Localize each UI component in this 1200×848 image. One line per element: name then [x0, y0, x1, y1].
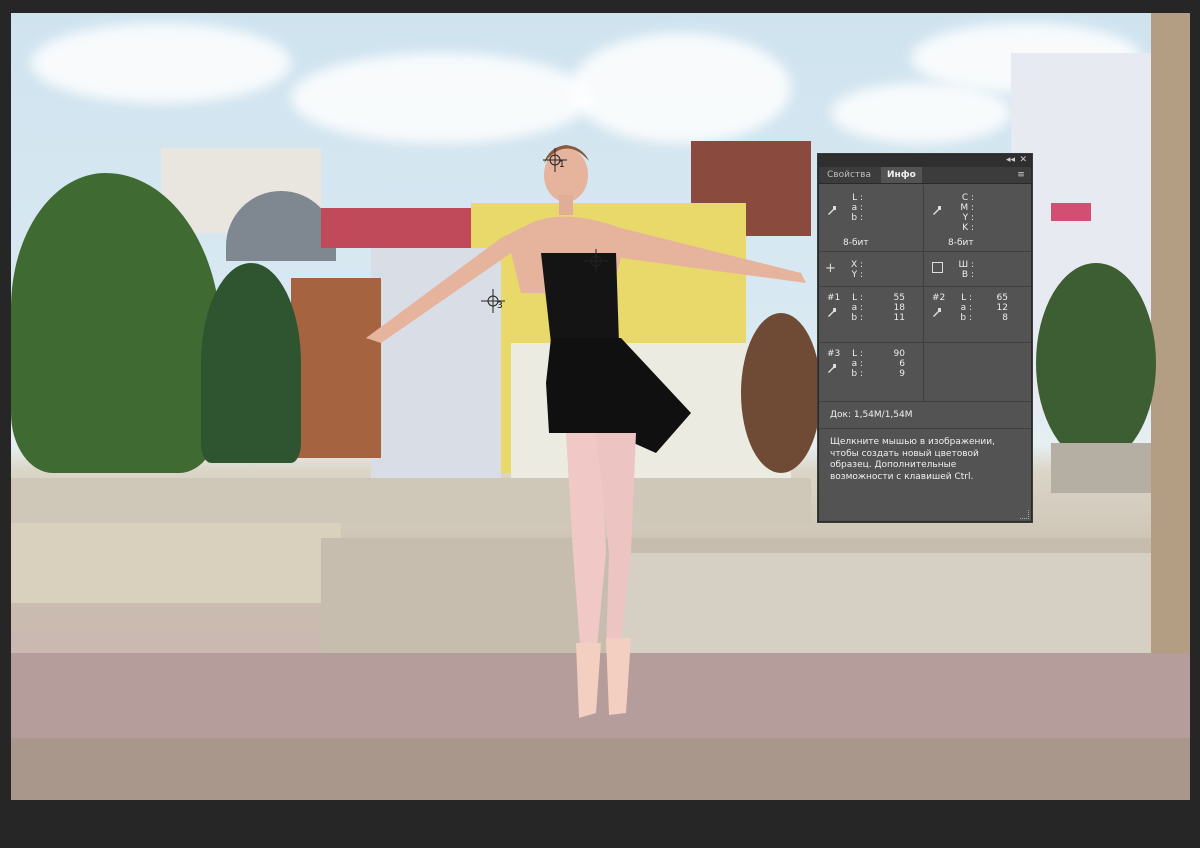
resize-grip[interactable]	[1020, 510, 1029, 519]
sampler-label: b :	[851, 369, 863, 379]
dancer-figure	[366, 145, 806, 718]
sampler-label: L :	[961, 293, 972, 303]
cmyk-label-c: C :	[961, 193, 974, 203]
panel-tabbar: Свойства Инфо ≡	[819, 167, 1031, 184]
sampler-readout-1: #1 L : a : b : 55 18 11	[819, 287, 923, 342]
sampler-label: b :	[851, 313, 863, 323]
readout-lab: L : a : b : 8-бит	[819, 185, 923, 251]
panel-menu-icon[interactable]: ≡	[1015, 169, 1027, 181]
size-label-h: В :	[961, 270, 974, 280]
selection-size-icon	[932, 262, 943, 273]
sampler-label: a :	[851, 303, 863, 313]
document-size: Док: 1,54M/1,54M	[830, 410, 913, 420]
sampler-value: 18	[893, 303, 905, 313]
readout-cmyk: C : M : Y : K : 8-бит	[924, 185, 1031, 251]
readout-size: Ш : В :	[924, 252, 1031, 286]
lab-label-a: a :	[851, 203, 863, 213]
sampler-label: a :	[960, 303, 972, 313]
bit-depth-label: 8-бит	[948, 238, 974, 248]
color-sampler-1[interactable]: 1	[543, 148, 567, 172]
readout-position: + X : Y :	[819, 252, 923, 286]
sampler-label: a :	[851, 359, 863, 369]
size-label-w: Ш :	[958, 260, 974, 270]
sampler-readout-2: #2 L : a : b : 65 12 8	[924, 287, 1031, 342]
sampler-value: 8	[1002, 313, 1008, 323]
color-sampler-3[interactable]: 3	[481, 289, 505, 313]
sampler-value: 12	[996, 303, 1008, 313]
collapse-icon[interactable]: ◂◂	[1006, 154, 1015, 166]
info-panel[interactable]: ◂◂ ✕ Свойства Инфо ≡ L : a : b : 8-бит C…	[818, 154, 1032, 522]
sampler-value: 9	[899, 369, 905, 379]
pos-label-y: Y :	[851, 270, 863, 280]
tab-properties[interactable]: Свойства	[821, 167, 877, 183]
cmyk-label-y: Y :	[962, 213, 974, 223]
lab-label-b: b :	[851, 213, 863, 223]
cmyk-label-k: K :	[962, 223, 974, 233]
sampler-value: 65	[996, 293, 1008, 303]
lab-label-l: L :	[852, 193, 863, 203]
info-hint-text: Щелкните мышью в изображении, чтобы созд…	[830, 437, 995, 482]
sampler-label: L :	[852, 293, 863, 303]
pos-label-x: X :	[850, 260, 863, 270]
cmyk-label-m: M :	[960, 203, 974, 213]
close-icon[interactable]: ✕	[1019, 154, 1027, 166]
eyedropper-icon[interactable]	[932, 205, 942, 215]
eyedropper-icon[interactable]	[932, 307, 942, 317]
sampler-value: 11	[893, 313, 905, 323]
tab-info[interactable]: Инфо	[881, 167, 922, 183]
sampler-value: 55	[893, 293, 905, 303]
sampler-value: 90	[893, 349, 905, 359]
sampler-label: b :	[960, 313, 972, 323]
sampler-readout-3: #3 L : a : b : 90 6 9	[819, 343, 923, 401]
sampler-label: L :	[852, 349, 863, 359]
panel-titlebar[interactable]: ◂◂ ✕	[819, 155, 1031, 167]
color-sampler-2[interactable]: 2	[584, 249, 608, 273]
bit-depth-label: 8-бит	[843, 238, 869, 248]
sampler-value: 6	[899, 359, 905, 369]
